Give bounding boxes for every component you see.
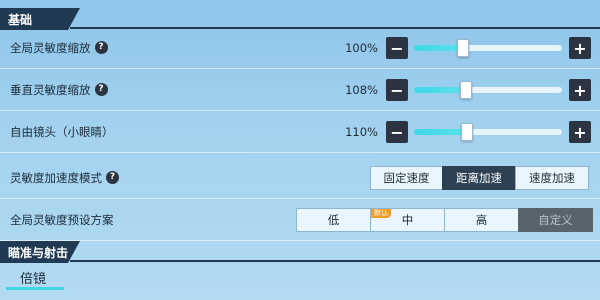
option-fixed-speed[interactable]: 固定速度 [370, 166, 443, 190]
help-icon[interactable]: ? [106, 171, 119, 184]
decrease-button[interactable]: − [386, 121, 408, 143]
label-text: 灵敏度加速度模式 [10, 170, 102, 185]
label-text: 垂直灵敏度缩放 [10, 82, 91, 97]
section-title-basic: 基础 [8, 12, 33, 27]
vertical-sensitivity-slider[interactable] [414, 81, 562, 99]
label-free-look: 自由镜头（小眼睛） [10, 124, 114, 140]
help-icon[interactable]: ? [94, 41, 108, 54]
label-text: 全局灵敏度预设方案 [10, 212, 114, 227]
slider-thumb[interactable] [461, 123, 474, 141]
option-label: 中 [401, 213, 414, 227]
minus-icon: − [390, 122, 404, 142]
tab-scope[interactable]: 倍镜 [20, 268, 46, 287]
section-header-aim: 瞄准与射击 [0, 241, 600, 263]
free-look-value: 110% [345, 124, 378, 139]
row-free-look: 自由镜头（小眼睛） 110% − + [0, 111, 600, 153]
minus-icon: − [390, 38, 404, 58]
option-custom[interactable]: 自定义 [518, 208, 593, 232]
option-speed-accel[interactable]: 速度加速 [515, 166, 589, 190]
decrease-button[interactable]: − [386, 37, 408, 59]
row-vertical-sensitivity: 垂直灵敏度缩放 ? 108% − + [0, 69, 600, 111]
label-text: 全局灵敏度缩放 [10, 40, 91, 55]
label-global-sensitivity: 全局灵敏度缩放 ? [10, 40, 108, 56]
accel-mode-selector: 固定速度 距离加速 速度加速 [370, 166, 589, 190]
slider-fill [414, 129, 468, 135]
free-look-slider[interactable] [414, 123, 562, 141]
row-preset: 全局灵敏度预设方案 低 默认 中 高 自定义 [0, 199, 600, 241]
help-icon[interactable]: ? [94, 83, 108, 96]
row-global-sensitivity: 全局灵敏度缩放 ? 100% − + [0, 27, 600, 69]
option-label: 低 [327, 213, 340, 227]
option-low[interactable]: 低 [296, 208, 371, 232]
global-sensitivity-slider[interactable] [414, 39, 562, 57]
increase-button[interactable]: + [569, 121, 591, 143]
default-badge: 默认 [371, 209, 391, 218]
option-distance-accel[interactable]: 距离加速 [442, 166, 516, 190]
slider-thumb[interactable] [459, 81, 472, 99]
plus-icon: + [573, 122, 587, 142]
vertical-sensitivity-value: 108% [345, 82, 378, 97]
section-title-aim: 瞄准与射击 [8, 245, 69, 260]
decrease-button[interactable]: − [386, 79, 408, 101]
option-label: 自定义 [538, 213, 573, 227]
slider-thumb[interactable] [456, 39, 469, 57]
label-text: 自由镜头（小眼睛） [10, 124, 114, 139]
minus-icon: − [390, 80, 404, 100]
slider-fill [414, 45, 463, 51]
preset-selector: 低 默认 中 高 自定义 [296, 208, 593, 232]
tab-scope-underline [6, 287, 64, 290]
label-preset: 全局灵敏度预设方案 [10, 212, 114, 228]
option-high[interactable]: 高 [444, 208, 519, 232]
slider-fill [414, 87, 466, 93]
increase-button[interactable]: + [569, 79, 591, 101]
increase-button[interactable]: + [569, 37, 591, 59]
global-sensitivity-value: 100% [345, 40, 378, 55]
label-vertical-sensitivity: 垂直灵敏度缩放 ? [10, 82, 108, 98]
row-accel-mode: 灵敏度加速度模式 ? 固定速度 距离加速 速度加速 [0, 157, 600, 199]
label-accel-mode: 灵敏度加速度模式 ? [10, 170, 119, 186]
option-label: 高 [475, 213, 488, 227]
option-medium[interactable]: 默认 中 [370, 208, 445, 232]
plus-icon: + [573, 38, 587, 58]
plus-icon: + [573, 80, 587, 100]
